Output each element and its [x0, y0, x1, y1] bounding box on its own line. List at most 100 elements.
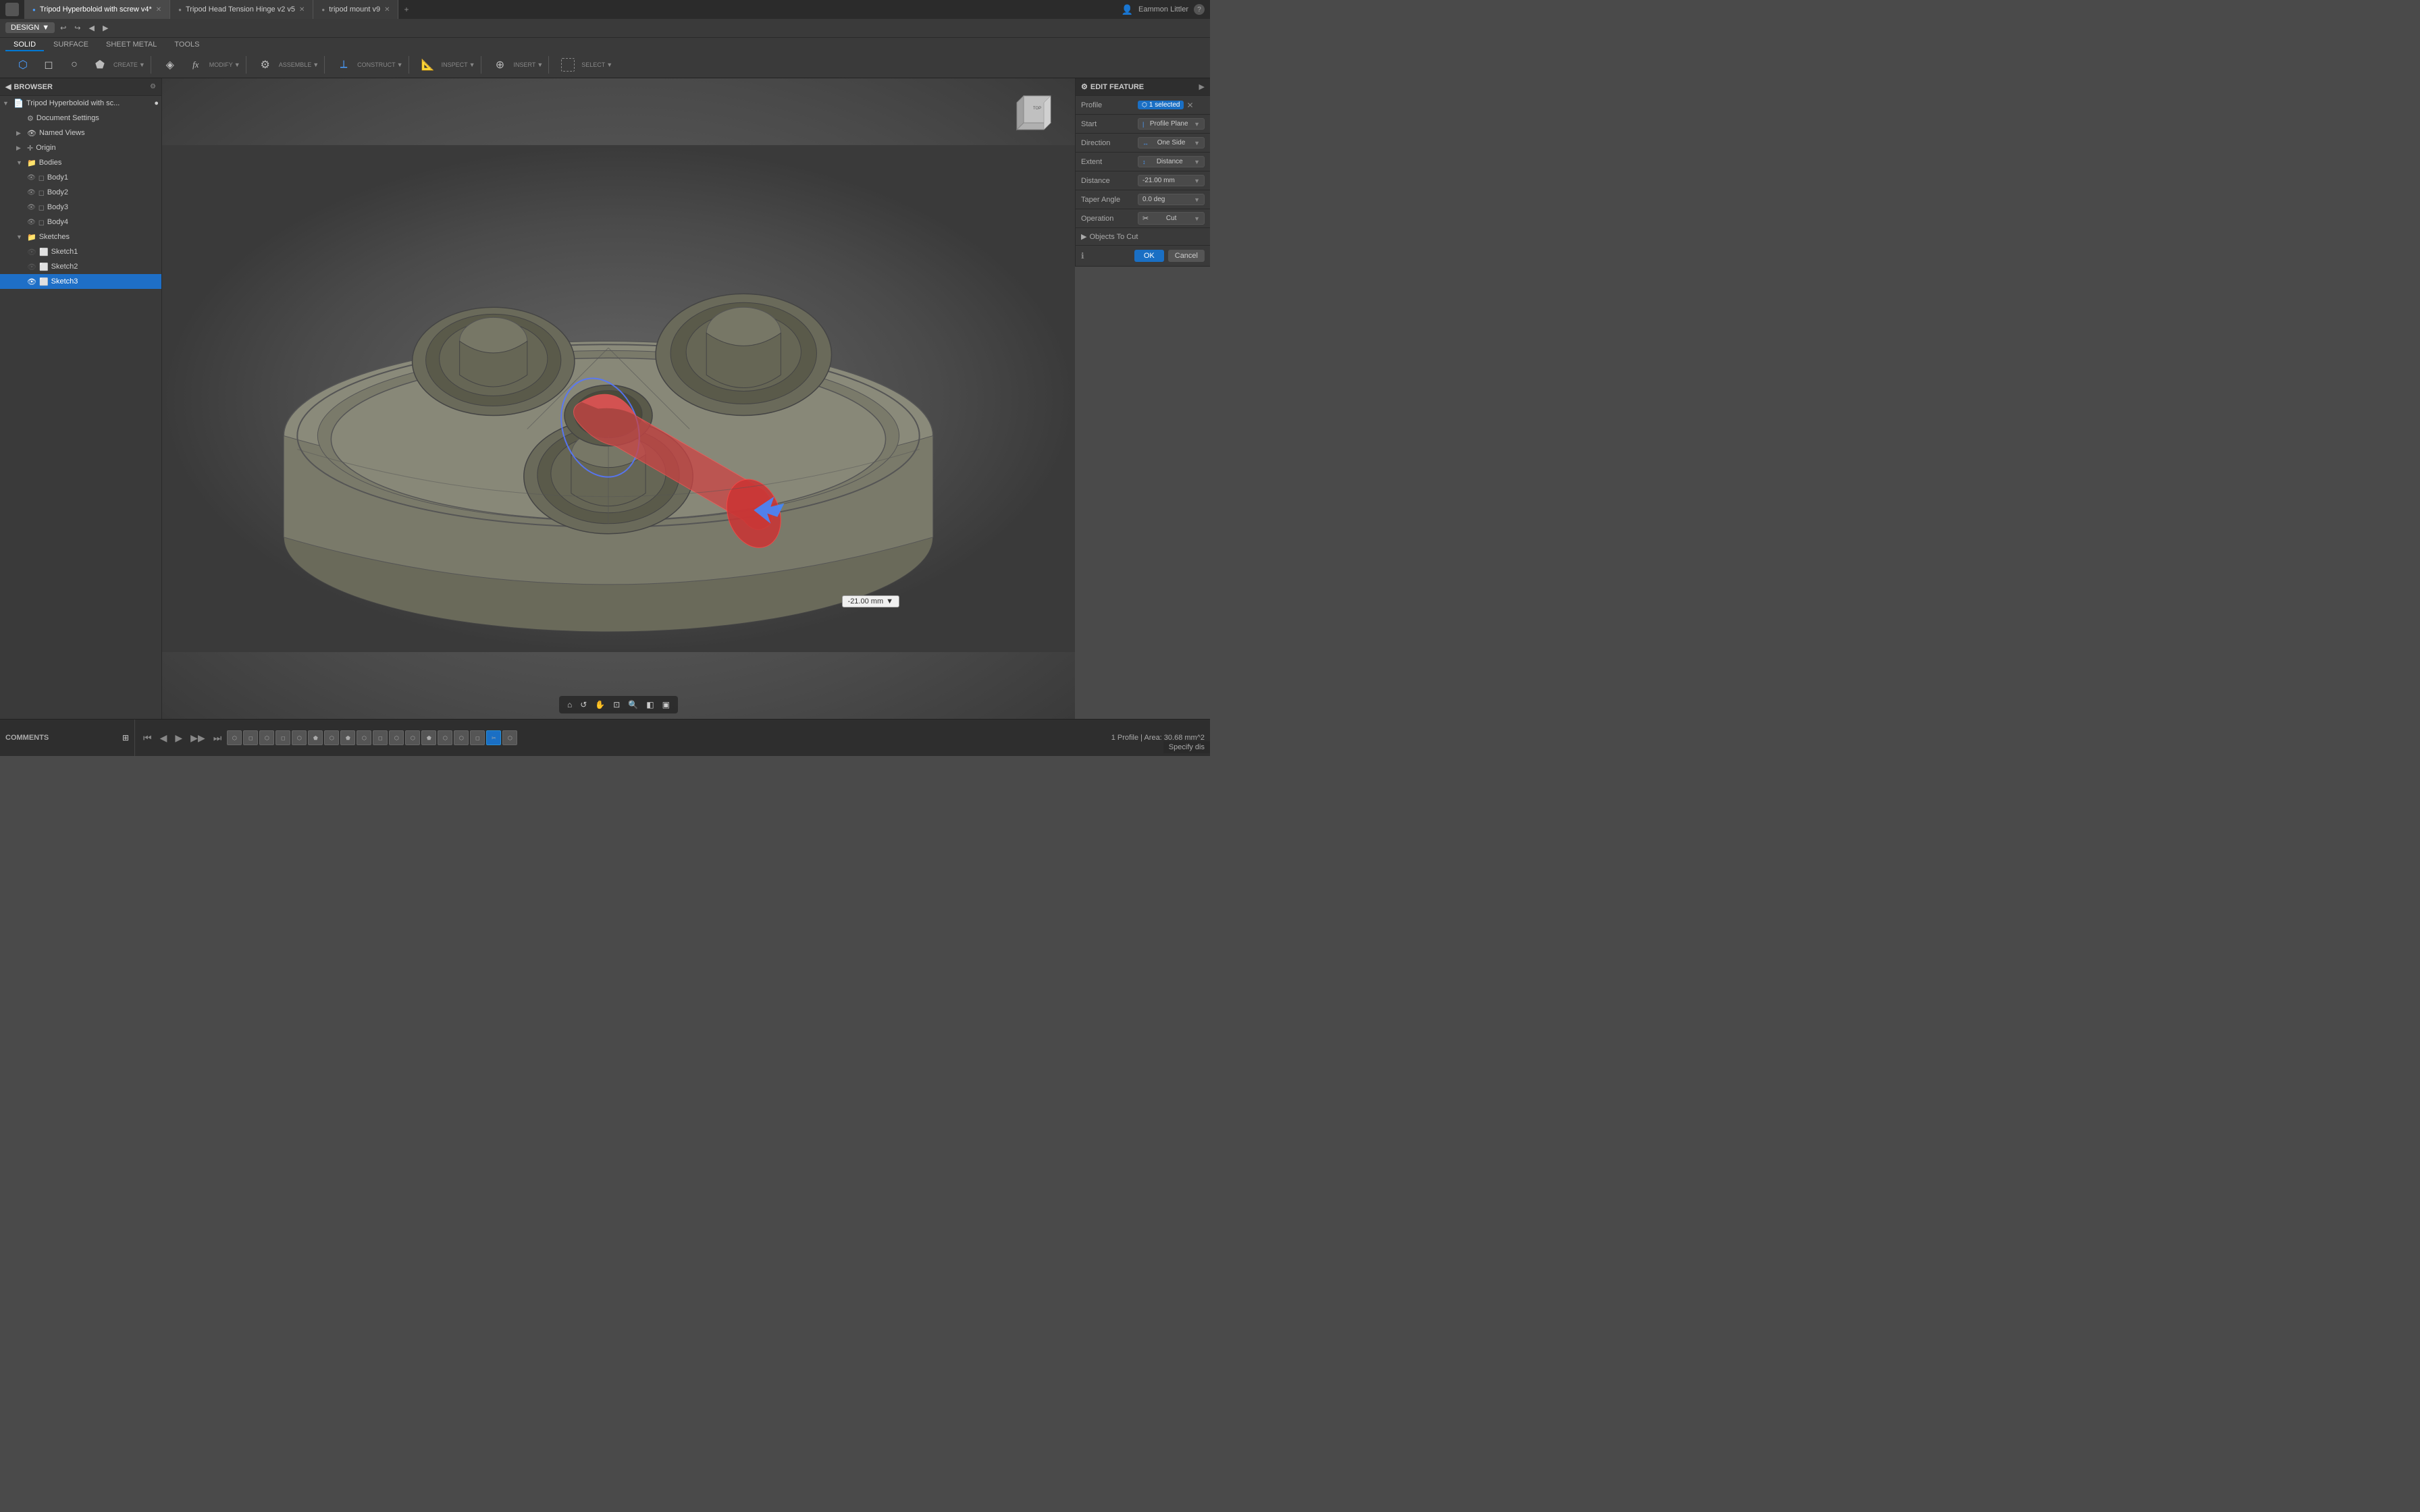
tool-create-sweep[interactable]: ○ [62, 56, 86, 74]
start-dropdown[interactable]: | Profile Plane ▼ [1138, 118, 1205, 130]
timeline-item-17[interactable]: ⬡ [502, 730, 517, 745]
cancel-button[interactable]: Cancel [1168, 250, 1205, 262]
tree-toggle-named-views[interactable]: ▶ [16, 130, 24, 137]
view-cube[interactable]: TOP [1010, 89, 1064, 143]
tree-item-body1[interactable]: 👁 ◻ Body1 [0, 170, 161, 185]
eye-icon-sketch3[interactable]: 👁 [27, 277, 36, 286]
tree-toggle-origin[interactable]: ▶ [16, 144, 24, 152]
operation-dropdown[interactable]: ✂ Cut ▼ [1138, 212, 1205, 225]
tab-add-button[interactable]: + [398, 2, 414, 17]
timeline-item-16[interactable]: ✂ [486, 730, 501, 745]
tree-item-sketches[interactable]: ▼ 📁 Sketches [0, 230, 161, 244]
tab-surface[interactable]: SURFACE [45, 39, 97, 51]
nav-forward[interactable]: ▶ [100, 22, 111, 34]
tree-item-body2[interactable]: 👁 ◻ Body2 [0, 185, 161, 200]
objects-to-cut-header[interactable]: ▶ Objects To Cut [1076, 228, 1210, 246]
selected-badge[interactable]: ⬡ 1 selected [1138, 101, 1184, 109]
timeline-item-12[interactable]: ⬟ [421, 730, 436, 745]
timeline-beginning-btn[interactable]: ⏮ [140, 731, 155, 745]
tree-item-body4[interactable]: 👁 ◻ Body4 [0, 215, 161, 230]
tool-inspect[interactable]: 📐 [416, 56, 440, 74]
timeline-item-2[interactable]: ⬡ [259, 730, 274, 745]
nav-zoom-in[interactable]: 🔍 [625, 699, 641, 711]
timeline-item-4[interactable]: ⬡ [292, 730, 307, 745]
eye-icon-body2[interactable]: 👁 [27, 189, 36, 196]
tool-insert[interactable]: ⊕ [488, 56, 512, 74]
measure-label[interactable]: -21.00 mm ▼ [842, 595, 899, 608]
distance-dropdown[interactable]: -21.00 mm ▼ [1138, 175, 1205, 186]
measure-dropdown-icon[interactable]: ▼ [886, 597, 893, 605]
timeline-item-8[interactable]: ⬡ [357, 730, 371, 745]
tree-item-bodies[interactable]: ▼ 📁 Bodies [0, 155, 161, 170]
tool-assemble[interactable]: ⚙ [253, 56, 278, 74]
timeline-play-btn[interactable]: ▶ [172, 731, 185, 745]
eye-icon-body3[interactable]: 👁 [27, 204, 36, 211]
timeline-item-1[interactable]: ◻ [243, 730, 258, 745]
timeline-item-15[interactable]: ◻ [470, 730, 485, 745]
redo-button[interactable]: ↪ [72, 22, 83, 34]
nav-visual-style[interactable]: ▣ [660, 699, 673, 711]
tree-toggle-root[interactable]: ▼ [3, 100, 11, 107]
nav-home[interactable]: ⌂ [564, 699, 575, 711]
browser-collapse-icon[interactable]: ◀ [5, 82, 11, 91]
main-viewport[interactable]: -21.00 mm ▼ TOP ⌂ ↺ ✋ ⊡ 🔍 ◧ ▣ [162, 78, 1075, 719]
tree-item-sketch1[interactable]: 👁 ⬜ Sketch1 [0, 244, 161, 259]
timeline-item-3[interactable]: ◻ [275, 730, 290, 745]
eye-icon-sketch1[interactable]: 👁 [27, 248, 36, 256]
tool-modify-press-pull[interactable]: ◈ [158, 56, 182, 74]
tool-modify-fx[interactable]: fx [184, 56, 208, 74]
timeline-end-btn[interactable]: ⏭ [211, 731, 225, 745]
eye-icon-body4[interactable]: 👁 [27, 219, 36, 226]
ok-button[interactable]: OK [1134, 250, 1164, 262]
tree-item-named-views[interactable]: ▶ 👁 Named Views [0, 126, 161, 140]
nav-display-mode[interactable]: ◧ [643, 699, 656, 711]
clear-selection-btn[interactable]: ✕ [1186, 101, 1193, 110]
extent-dropdown[interactable]: ↕ Distance ▼ [1138, 156, 1205, 167]
tab-sheet-metal[interactable]: SHEET METAL [98, 39, 165, 51]
tab-solid[interactable]: SOLID [5, 39, 44, 51]
tab-tripod-mount[interactable]: ● tripod mount v9 ✕ [313, 0, 398, 19]
nav-orbit[interactable]: ↺ [577, 699, 589, 711]
timeline-item-14[interactable]: ⬡ [454, 730, 469, 745]
tree-toggle-sketches[interactable]: ▼ [16, 234, 24, 240]
panel-expand-btn[interactable]: ▶ [1199, 82, 1205, 91]
browser-settings-btn[interactable]: ⚙ [150, 83, 156, 90]
tree-item-sketch2[interactable]: 👁 ⬜ Sketch2 [0, 259, 161, 274]
tree-item-doc-settings[interactable]: ▶ ⚙ Document Settings [0, 111, 161, 126]
timeline-item-5[interactable]: ⬟ [308, 730, 323, 745]
timeline-item-6[interactable]: ⬡ [324, 730, 339, 745]
timeline-item-10[interactable]: ⬡ [389, 730, 404, 745]
tree-item-sketch3[interactable]: 👁 ⬜ Sketch3 [0, 274, 161, 289]
timeline-item-9[interactable]: ◻ [373, 730, 388, 745]
eye-icon-sketch2[interactable]: 👁 [27, 263, 36, 271]
tool-select[interactable] [556, 57, 580, 73]
tab-close-0[interactable]: ✕ [156, 6, 161, 14]
timeline-prev-btn[interactable]: ◀ [157, 731, 170, 745]
tree-item-body3[interactable]: 👁 ◻ Body3 [0, 200, 161, 215]
design-dropdown[interactable]: DESIGN ▼ [5, 22, 55, 33]
timeline-next-btn[interactable]: ▶▶ [188, 731, 208, 745]
help-button[interactable]: ? [1194, 4, 1205, 15]
tab-close-2[interactable]: ✕ [384, 6, 390, 14]
tool-create-loft[interactable]: ⬟ [88, 56, 112, 74]
timeline-item-13[interactable]: ⬡ [438, 730, 452, 745]
timeline-item-7[interactable]: ⬟ [340, 730, 355, 745]
tool-construct[interactable]: ⟂ [332, 56, 356, 74]
nav-pan[interactable]: ✋ [592, 699, 608, 711]
nav-back[interactable]: ◀ [86, 22, 97, 34]
tab-close-1[interactable]: ✕ [299, 6, 305, 14]
tree-item-root[interactable]: ▼ 📄 Tripod Hyperboloid with sc... ● [0, 96, 161, 111]
timeline-item-11[interactable]: ⬡ [405, 730, 420, 745]
tree-toggle-bodies[interactable]: ▼ [16, 159, 24, 166]
tool-create-revolve[interactable]: ◻ [36, 56, 61, 74]
eye-icon-body1[interactable]: 👁 [27, 174, 36, 182]
tab-tripod-tension[interactable]: ● Tripod Head Tension Hinge v2 v5 ✕ [170, 0, 313, 19]
taper-dropdown[interactable]: 0.0 deg ▼ [1138, 194, 1205, 205]
timeline-item-0[interactable]: ⬡ [227, 730, 242, 745]
tab-tripod-hyperboloid[interactable]: ● Tripod Hyperboloid with screw v4* ✕ [24, 0, 170, 19]
nav-zoom-fit[interactable]: ⊡ [610, 699, 623, 711]
tool-create-extrude[interactable]: ⬡ [11, 56, 35, 74]
direction-dropdown[interactable]: ↔ One Side ▼ [1138, 137, 1205, 148]
tab-tools[interactable]: TOOLS [166, 39, 207, 51]
undo-button[interactable]: ↩ [57, 22, 69, 34]
